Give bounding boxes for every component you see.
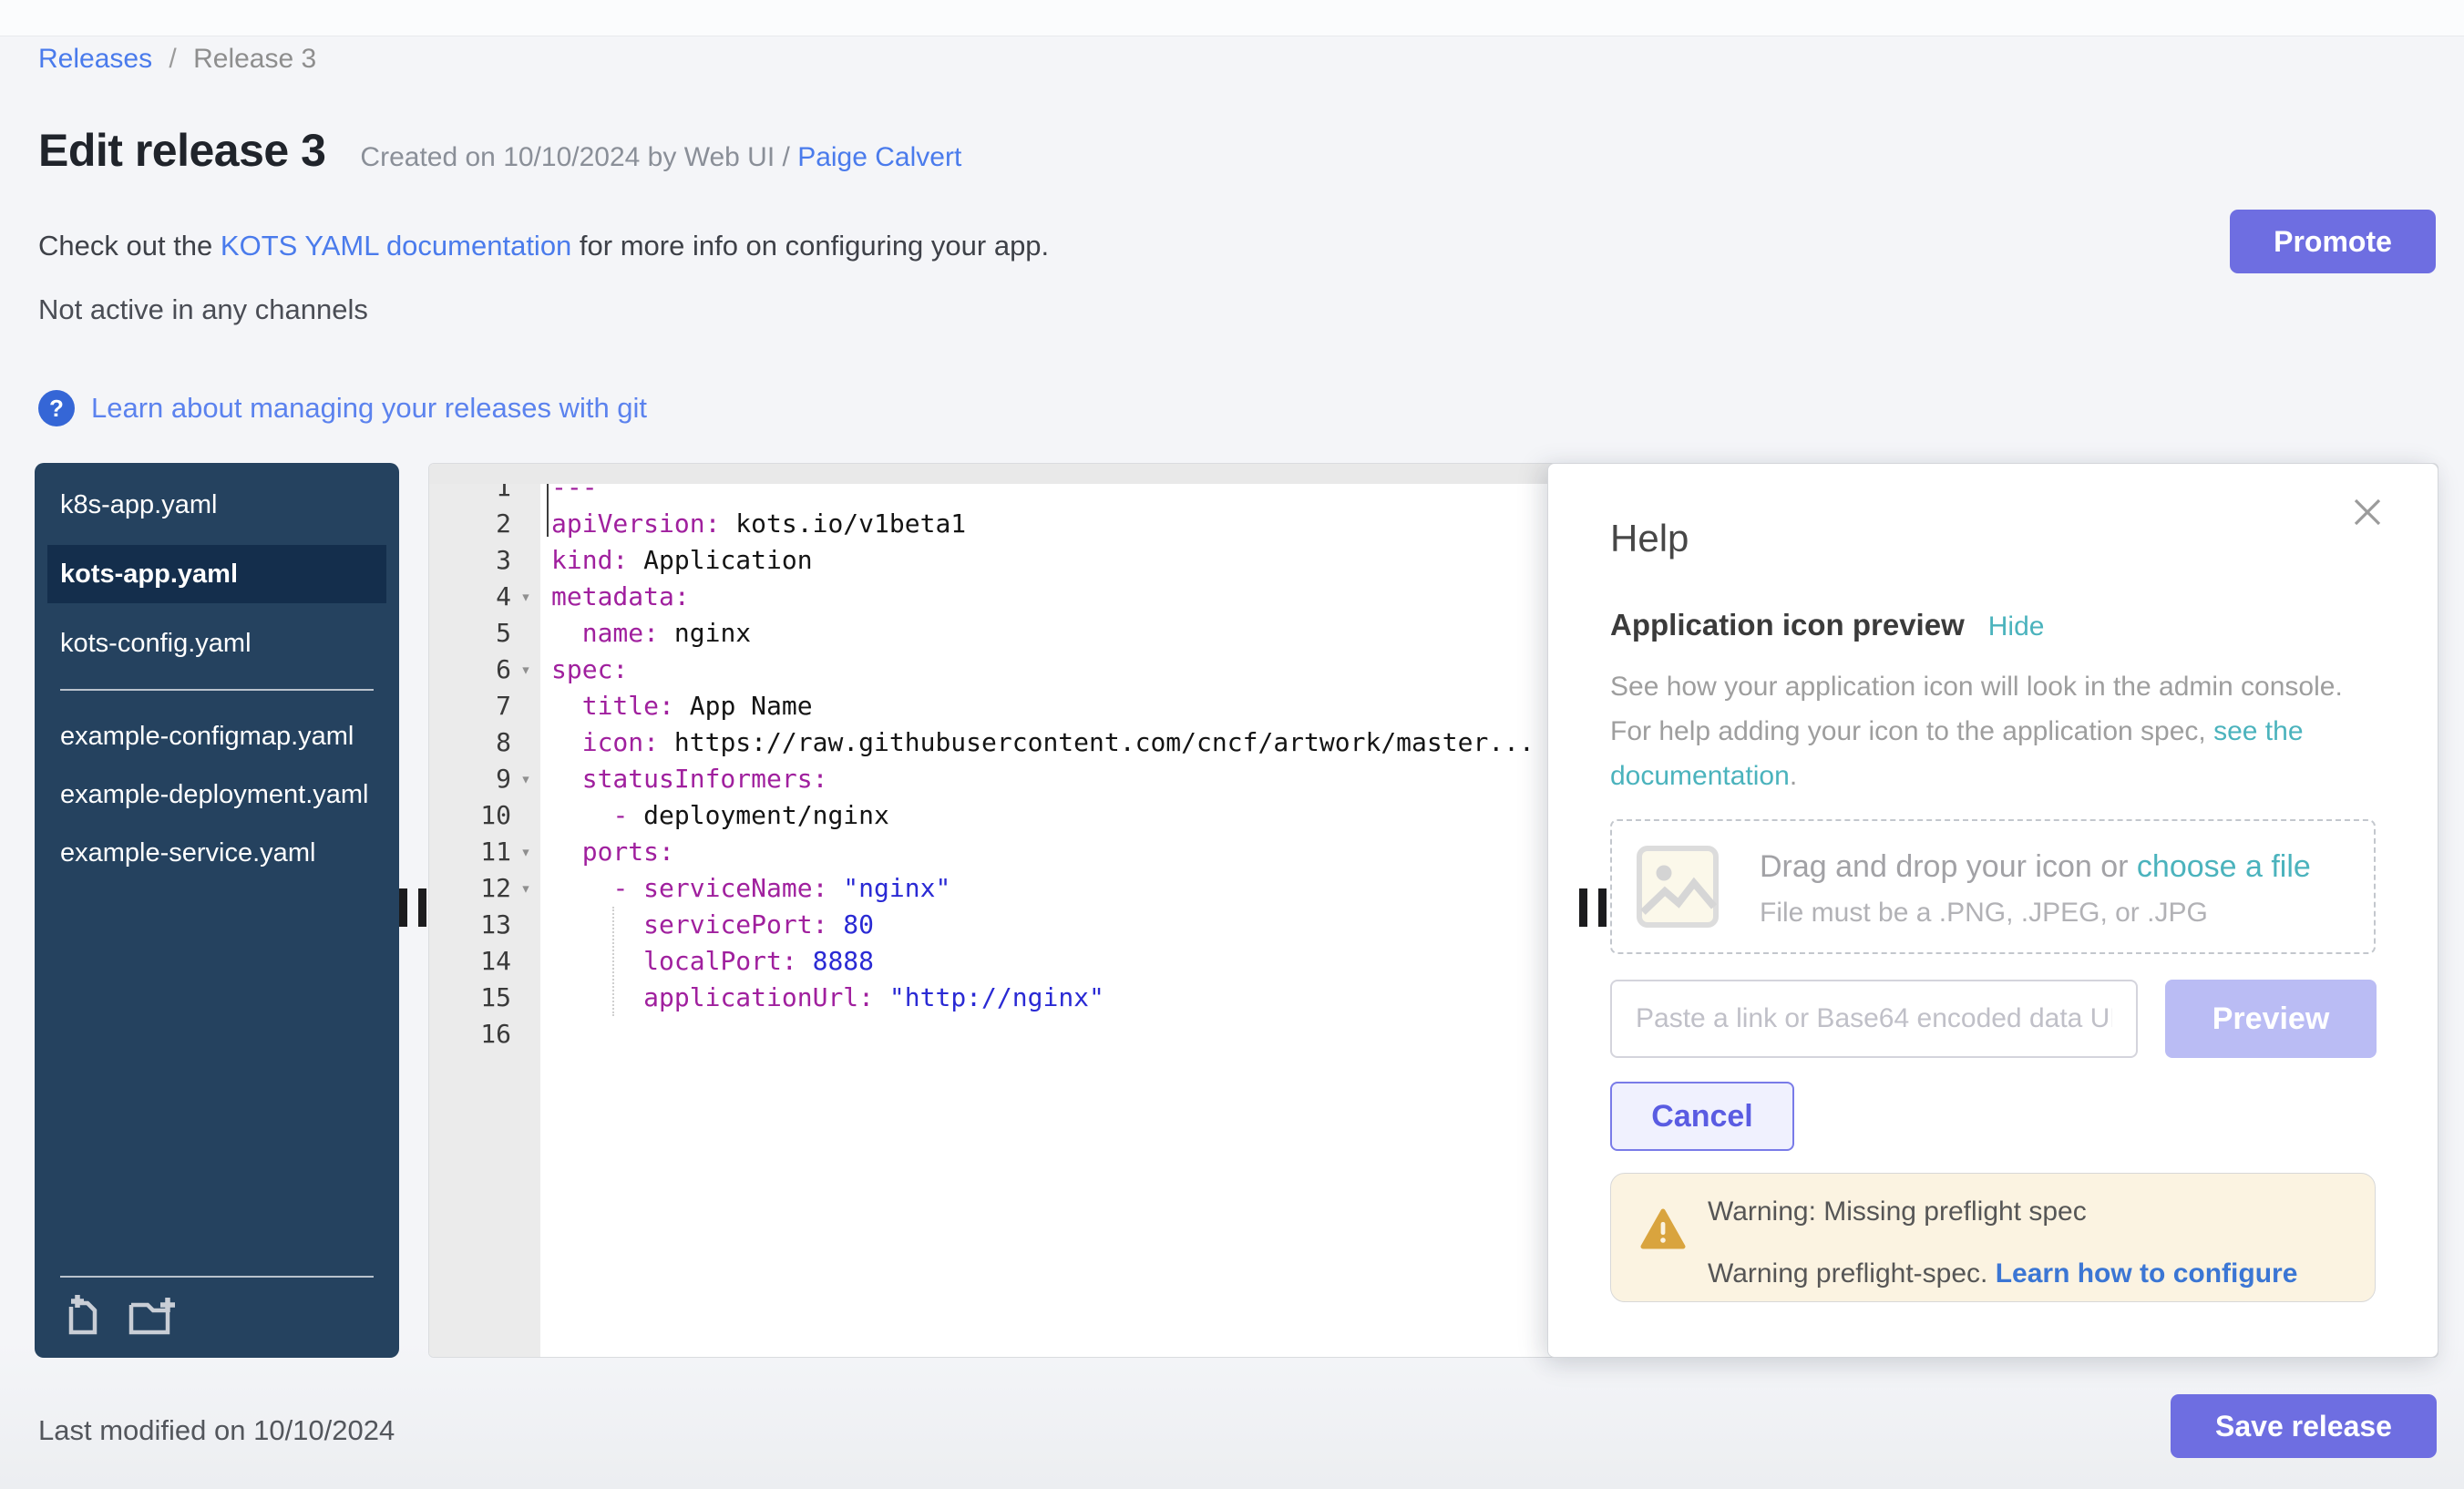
- file-list-divider: [60, 689, 374, 691]
- link[interactable]: Paige Calvert: [797, 142, 961, 172]
- indent-guide: [612, 907, 614, 1016]
- file-item[interactable]: example-deployment.yaml: [60, 776, 374, 813]
- save-release-button[interactable]: Save release: [2171, 1394, 2437, 1458]
- breadcrumb-current: Release 3: [193, 44, 316, 74]
- file-list: k8s-app.yaml kots-app.yaml kots-config.yam…: [35, 463, 399, 871]
- breadcrumb-releases-link[interactable]: Releases: [38, 44, 152, 74]
- link[interactable]: KOTS YAML documentation: [221, 230, 571, 262]
- breadcrumb: Releases / Release 3: [38, 44, 316, 75]
- fold-arrow-icon[interactable]: [511, 761, 540, 797]
- file-item[interactable]: example-configmap.yaml: [60, 718, 374, 755]
- page-title: Edit release 3: [38, 124, 325, 177]
- breadcrumb-separator: /: [169, 44, 176, 74]
- warning-banner: Warning: Missing preflight spec Warning …: [1610, 1173, 2376, 1302]
- file-item[interactable]: kots-app.yaml: [47, 545, 386, 603]
- dropzone-main-text: Drag and drop your icon or choose a file: [1760, 845, 2311, 888]
- warning-detail: Warning preflight-spec. Learn how to con…: [1708, 1256, 2297, 1292]
- fold-arrow-icon[interactable]: [511, 579, 540, 615]
- pane-resize-handle-right[interactable]: [1579, 888, 1607, 927]
- icon-url-row: Preview: [1610, 980, 2377, 1058]
- warning-title: Warning: Missing preflight spec: [1708, 1194, 2087, 1230]
- promote-button[interactable]: Promote: [2230, 210, 2436, 273]
- add-file-button[interactable]: [60, 1294, 104, 1338]
- folder-plus-icon: [128, 1294, 179, 1338]
- edit-release-page: Releases / Release 3 Edit release 3 Crea…: [0, 0, 2464, 1489]
- help-title: Help: [1610, 517, 1689, 560]
- sidebar-footer: [60, 1276, 374, 1338]
- top-strip: [0, 0, 2464, 36]
- last-modified: Last modified on 10/10/2024: [38, 1414, 395, 1447]
- icon-dropzone[interactable]: Drag and drop your icon or choose a file…: [1610, 819, 2376, 954]
- file-item[interactable]: kots-config.yaml: [60, 625, 374, 662]
- fold-arrow-icon[interactable]: [511, 870, 540, 907]
- dropzone-text: Drag and drop your icon or choose a file…: [1760, 845, 2311, 929]
- fold-arrow-icon[interactable]: [511, 834, 540, 870]
- add-folder-button[interactable]: [128, 1294, 179, 1338]
- link[interactable]: Learn how to configure: [1996, 1258, 2298, 1289]
- created-info: Created on 10/10/2024 by Web UI / Paige …: [360, 142, 961, 173]
- file-item[interactable]: k8s-app.yaml: [60, 487, 374, 523]
- text-cursor: [547, 484, 549, 537]
- pane-resize-handle-left[interactable]: [399, 888, 426, 927]
- warning-icon: [1640, 1208, 1686, 1250]
- git-docs-link[interactable]: Learn about managing your releases with …: [91, 392, 647, 425]
- file-item[interactable]: example-service.yaml: [60, 835, 374, 871]
- close-icon: [2350, 495, 2385, 529]
- link[interactable]: choose a file: [2137, 849, 2311, 884]
- icon-preview-section: Application icon preview Hide: [1610, 608, 2044, 642]
- section-description: See how your application icon will look …: [1610, 664, 2390, 798]
- title-row: Edit release 3 Created on 10/10/2024 by …: [38, 124, 961, 177]
- cancel-button[interactable]: Cancel: [1610, 1082, 1794, 1151]
- section-title: Application icon preview: [1610, 608, 1965, 642]
- icon-url-input[interactable]: [1610, 980, 2138, 1058]
- close-help-button[interactable]: [2350, 495, 2385, 532]
- image-placeholder-icon: [1636, 845, 1720, 929]
- git-help-row: ? Learn about managing your releases wit…: [38, 390, 647, 426]
- file-plus-icon: [60, 1294, 104, 1338]
- file-sidebar: k8s-app.yaml kots-app.yaml kots-config.yam…: [35, 463, 399, 1358]
- dropzone-subtext: File must be a .PNG, .JPEG, or .JPG: [1760, 898, 2311, 929]
- preview-button[interactable]: Preview: [2165, 980, 2377, 1058]
- fold-arrow-icon[interactable]: [511, 652, 540, 688]
- docs-info: Check out the KOTS YAML documentation fo…: [38, 230, 1049, 262]
- question-circle-icon: ?: [38, 390, 75, 426]
- help-panel: Help Application icon preview Hide See h…: [1547, 463, 2438, 1358]
- channel-status: Not active in any channels: [38, 293, 368, 326]
- hide-link[interactable]: Hide: [1988, 611, 2045, 642]
